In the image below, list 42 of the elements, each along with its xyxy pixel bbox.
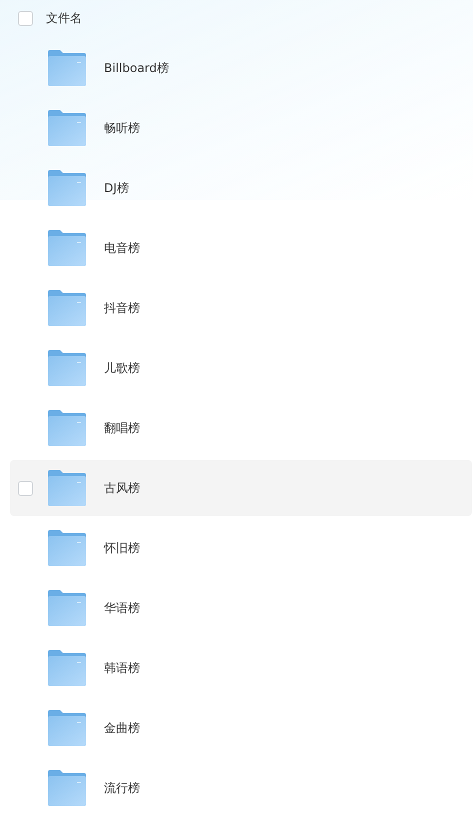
column-header: 文件名 — [46, 10, 82, 27]
folder-icon — [48, 110, 86, 146]
checkbox[interactable] — [18, 480, 33, 496]
file-name[interactable]: DJ榜 — [104, 179, 129, 197]
folder-icon — [48, 50, 86, 86]
folder-icon — [48, 530, 86, 566]
folder-icon — [48, 410, 86, 446]
file-name[interactable]: 抖音榜 — [104, 299, 140, 317]
file-name[interactable]: 怀旧榜 — [104, 539, 140, 557]
file-name[interactable]: 翻唱榜 — [104, 419, 140, 437]
file-row[interactable]: 畅听榜 — [10, 100, 472, 156]
file-row[interactable]: 电音榜 — [10, 220, 472, 276]
file-name[interactable]: 儿歌榜 — [104, 359, 140, 377]
folder-icon — [48, 710, 86, 746]
file-row[interactable]: 金曲榜 — [10, 700, 472, 756]
file-row[interactable]: 华语榜 — [10, 580, 472, 636]
file-row[interactable]: 怀旧榜 — [10, 520, 472, 576]
file-row[interactable]: 韩语榜 — [10, 640, 472, 696]
file-name[interactable]: 金曲榜 — [104, 719, 140, 737]
file-row[interactable]: DJ榜 — [10, 160, 472, 216]
file-name[interactable]: 流行榜 — [104, 779, 140, 797]
file-name[interactable]: 韩语榜 — [104, 659, 140, 677]
file-name[interactable]: Billboard榜 — [104, 59, 169, 77]
checkbox[interactable] — [18, 10, 33, 26]
folder-icon — [48, 170, 86, 206]
folder-icon — [48, 590, 86, 626]
file-row[interactable]: 抖音榜 — [10, 280, 472, 336]
file-row[interactable]: Billboard榜 — [10, 40, 472, 96]
file-name[interactable]: 电音榜 — [104, 239, 140, 257]
folder-icon — [48, 230, 86, 266]
folder-icon — [48, 770, 86, 806]
file-name[interactable]: 古风榜 — [104, 479, 140, 497]
folder-icon — [48, 650, 86, 686]
folder-icon — [48, 290, 86, 326]
file-row[interactable]: 古风榜 — [10, 460, 472, 516]
file-name[interactable]: 华语榜 — [104, 599, 140, 617]
file-row[interactable]: 儿歌榜 — [10, 340, 472, 396]
file-row[interactable]: 翻唱榜 — [10, 400, 472, 456]
folder-icon — [48, 350, 86, 386]
file-row[interactable]: 流行榜 — [10, 760, 472, 814]
file-name[interactable]: 畅听榜 — [104, 119, 140, 137]
folder-icon — [48, 470, 86, 506]
